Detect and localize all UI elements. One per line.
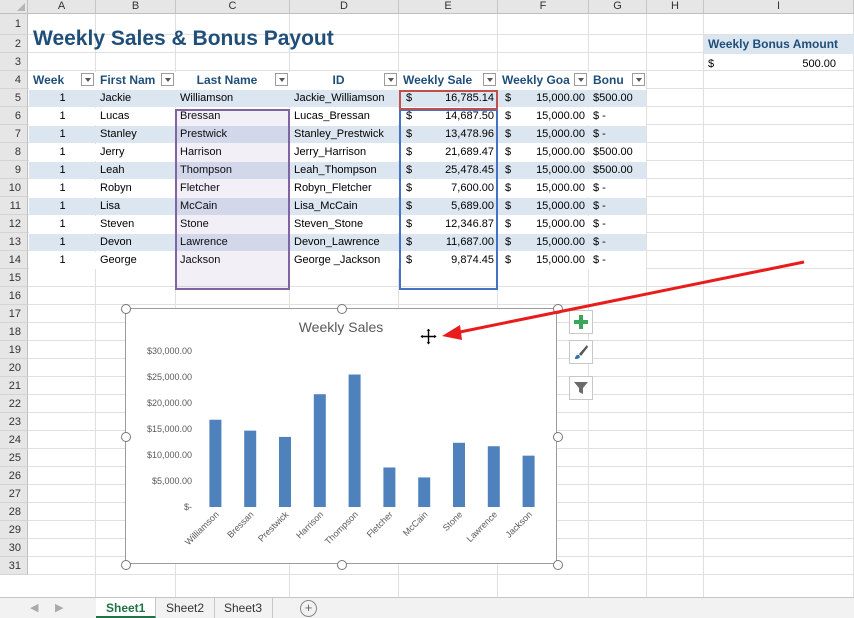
tab-sheet1[interactable]: Sheet1 — [96, 598, 157, 618]
worksheet-grid[interactable]: ABCDEFGHI 1 2 3 4 5 6 7 8 9 10 11 12 13 14 15 16 17 18 19 2… — [0, 0, 854, 597]
next-sheet-icon[interactable]: ▶ — [55, 601, 63, 614]
annotation-arrow — [442, 260, 805, 340]
prev-sheet-icon[interactable]: ◀ — [30, 601, 38, 614]
new-sheet-button[interactable]: + — [300, 600, 317, 617]
tab-sheet3[interactable]: Sheet3 — [214, 598, 274, 618]
tab-sheet2[interactable]: Sheet2 — [156, 598, 216, 618]
sheet-tab-bar: ◀ ▶ Sheet1 Sheet2 Sheet3 + — [0, 597, 854, 618]
